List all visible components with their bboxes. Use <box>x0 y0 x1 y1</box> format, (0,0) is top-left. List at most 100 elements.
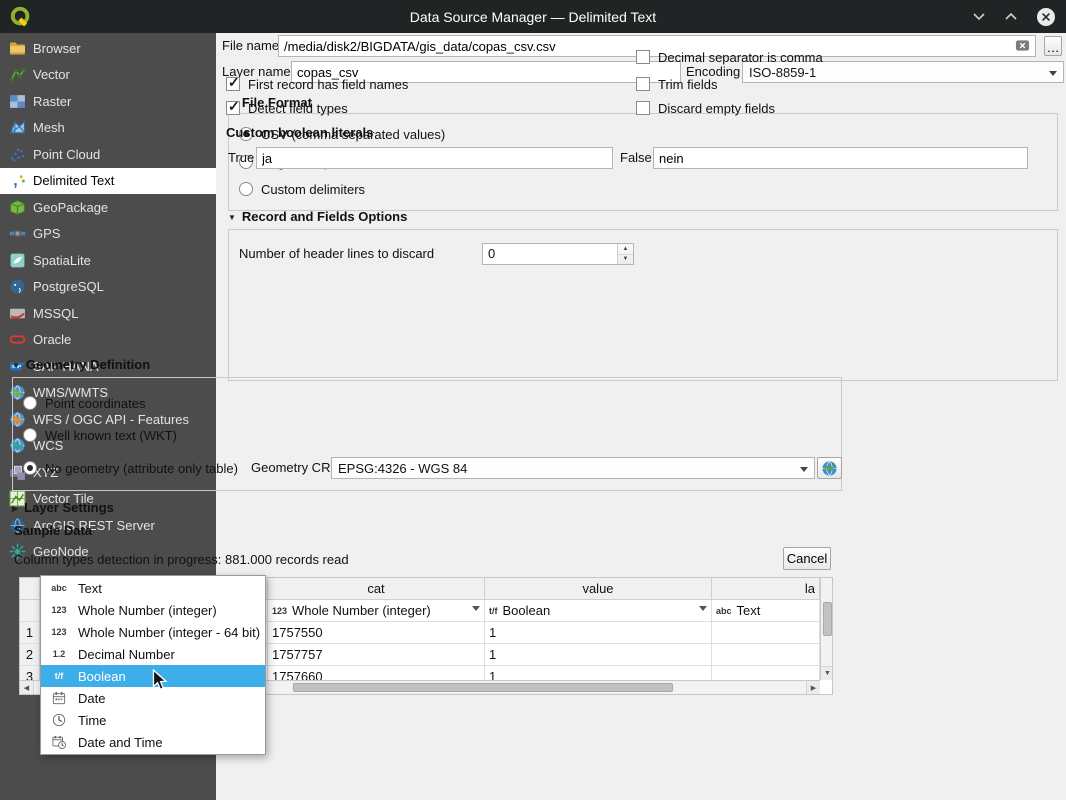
checkbox-label: First record has field names <box>248 77 408 92</box>
sidebar-item-browser[interactable]: Browser <box>0 35 216 62</box>
sidebar-item-spatialite[interactable]: SpatiaLite <box>0 247 216 274</box>
type-combo-la[interactable]: abc Text <box>712 600 820 622</box>
text-type-icon: abc <box>716 606 732 616</box>
spatialite-icon <box>9 252 26 269</box>
sidebar-item-vector[interactable]: Vector <box>0 62 216 89</box>
folder-icon <box>9 40 26 57</box>
checkbox-label: Discard empty fields <box>658 101 775 116</box>
dropdown-item-text[interactable]: abc Text <box>41 577 265 599</box>
sidebar-item-label: Point Cloud <box>33 147 100 162</box>
chevron-down-icon <box>1049 71 1057 80</box>
radio-wkt[interactable]: Well known text (WKT) <box>23 425 177 445</box>
dropdown-item-label: Decimal Number <box>78 647 175 662</box>
sidebar-item-label: PostgreSQL <box>33 279 104 294</box>
radio-icon <box>23 428 37 442</box>
scroll-down-icon[interactable]: ▼ <box>821 666 833 680</box>
file-name-label: File name <box>222 35 279 57</box>
oracle-icon <box>9 331 26 348</box>
clear-input-icon[interactable] <box>1015 38 1030 53</box>
titlebar[interactable]: Data Source Manager — Delimited Text <box>0 0 1066 33</box>
sidebar-item-raster[interactable]: Raster <box>0 88 216 115</box>
true-literal-input[interactable] <box>256 147 613 169</box>
sidebar-item-oracle[interactable]: Oracle <box>0 327 216 354</box>
dropdown-item-whole-number[interactable]: 123 Whole Number (integer) <box>41 599 265 621</box>
sidebar-item-mssql[interactable]: MSSQL <box>0 300 216 327</box>
dropdown-item-date-and-time[interactable]: Date and Time <box>41 731 265 753</box>
sidebar-item-point-cloud[interactable]: Point Cloud <box>0 141 216 168</box>
sidebar-item-label: SpatiaLite <box>33 253 91 268</box>
close-icon[interactable] <box>1036 7 1056 27</box>
decimal-type-icon: 1.2 <box>46 649 72 659</box>
sidebar-item-delimited-text[interactable]: , Delimited Text <box>0 168 216 195</box>
table-corner-cell <box>20 578 40 600</box>
checkbox-decimal-separator[interactable]: Decimal separator is comma <box>636 47 823 67</box>
row-number: 1 <box>20 622 40 644</box>
vertical-scrollbar[interactable]: ▼ <box>820 578 833 680</box>
geometry-crs-combo[interactable]: EPSG:4326 - WGS 84 <box>331 457 815 479</box>
custom-boolean-title: Custom boolean literals <box>226 122 373 144</box>
dropdown-item-decimal-number[interactable]: 1.2 Decimal Number <box>41 643 265 665</box>
geometry-definition-header[interactable]: Geometry Definition <box>12 357 150 372</box>
cancel-button[interactable]: Cancel <box>783 547 831 570</box>
table-header-value[interactable]: value <box>485 578 712 600</box>
sidebar-item-postgresql[interactable]: PostgreSQL <box>0 274 216 301</box>
shade-chevron-down-icon[interactable] <box>972 12 986 21</box>
scroll-left-icon[interactable]: ◀ <box>20 681 34 694</box>
checkbox-discard-empty-fields[interactable]: Discard empty fields <box>636 98 775 118</box>
type-combo-value[interactable]: t/f Boolean <box>485 600 712 622</box>
radio-label: No geometry (attribute only table) <box>45 461 238 476</box>
record-fields-header[interactable]: Record and Fields Options <box>228 209 407 224</box>
calendar-icon <box>46 691 72 705</box>
dropdown-item-whole-number-64[interactable]: 123 Whole Number (integer - 64 bit) <box>41 621 265 643</box>
radio-label: Point coordinates <box>45 396 145 411</box>
checkbox-trim-fields[interactable]: Trim fields <box>636 74 717 94</box>
radio-point-coordinates[interactable]: Point coordinates <box>23 393 145 413</box>
table-header-la[interactable]: la <box>712 578 820 600</box>
header-lines-spinbox[interactable]: 0 <box>482 243 634 265</box>
table-header-cat[interactable]: cat <box>268 578 485 600</box>
text-type-icon: abc <box>46 583 72 593</box>
boolean-type-icon: t/f <box>46 671 72 681</box>
radio-no-geometry[interactable]: No geometry (attribute only table) <box>23 458 238 478</box>
chevron-down-icon <box>699 606 707 615</box>
true-label: True <box>228 147 254 169</box>
checkbox-detect-field-types[interactable]: Detect field types <box>226 98 348 118</box>
select-crs-button[interactable] <box>817 457 842 479</box>
layer-settings-header[interactable]: Layer Settings <box>12 500 114 515</box>
spin-up-icon[interactable] <box>618 244 633 255</box>
vector-layer-icon <box>9 66 26 83</box>
spin-down-icon[interactable] <box>618 255 633 265</box>
sidebar-item-label: GPS <box>33 226 60 241</box>
mssql-icon <box>9 305 26 322</box>
checkbox-first-record-names[interactable]: First record has field names <box>226 74 408 94</box>
radio-custom-delimiters[interactable]: Custom delimiters <box>239 179 365 199</box>
sidebar-item-mesh[interactable]: Mesh <box>0 115 216 142</box>
scroll-right-icon[interactable]: ▶ <box>806 681 820 694</box>
boolean-type-icon: t/f <box>489 606 498 616</box>
scrollbar-thumb[interactable] <box>293 683 673 692</box>
row-number: 2 <box>20 644 40 666</box>
sample-data-title: Sample Data <box>14 520 92 542</box>
window-title: Data Source Manager — Delimited Text <box>0 9 1066 25</box>
dropdown-item-label: Whole Number (integer - 64 bit) <box>78 625 260 640</box>
false-literal-input[interactable] <box>653 147 1028 169</box>
sidebar-item-gps[interactable]: GPS <box>0 221 216 248</box>
delimited-text-icon: , <box>9 172 26 189</box>
sidebar-item-label: GeoPackage <box>33 200 108 215</box>
sidebar-item-label: Vector <box>33 67 70 82</box>
browse-file-button[interactable]: … <box>1044 36 1062 56</box>
integer64-type-icon: 123 <box>46 627 72 637</box>
geometry-crs-label: Geometry CRS <box>251 457 339 479</box>
radio-icon <box>23 461 37 475</box>
scrollbar-thumb[interactable] <box>823 602 832 636</box>
sidebar-item-geopackage[interactable]: GeoPackage <box>0 194 216 221</box>
raster-layer-icon <box>9 93 26 110</box>
checkbox-icon <box>636 101 650 115</box>
calendar-clock-icon <box>46 735 72 749</box>
checkbox-icon <box>226 101 240 115</box>
qgis-logo-icon <box>10 6 32 28</box>
mesh-layer-icon <box>9 119 26 136</box>
type-combo-cat[interactable]: 123 Whole Number (integer) <box>268 600 485 622</box>
dropdown-item-time[interactable]: Time <box>41 709 265 731</box>
maximize-chevron-up-icon[interactable] <box>1004 12 1018 21</box>
